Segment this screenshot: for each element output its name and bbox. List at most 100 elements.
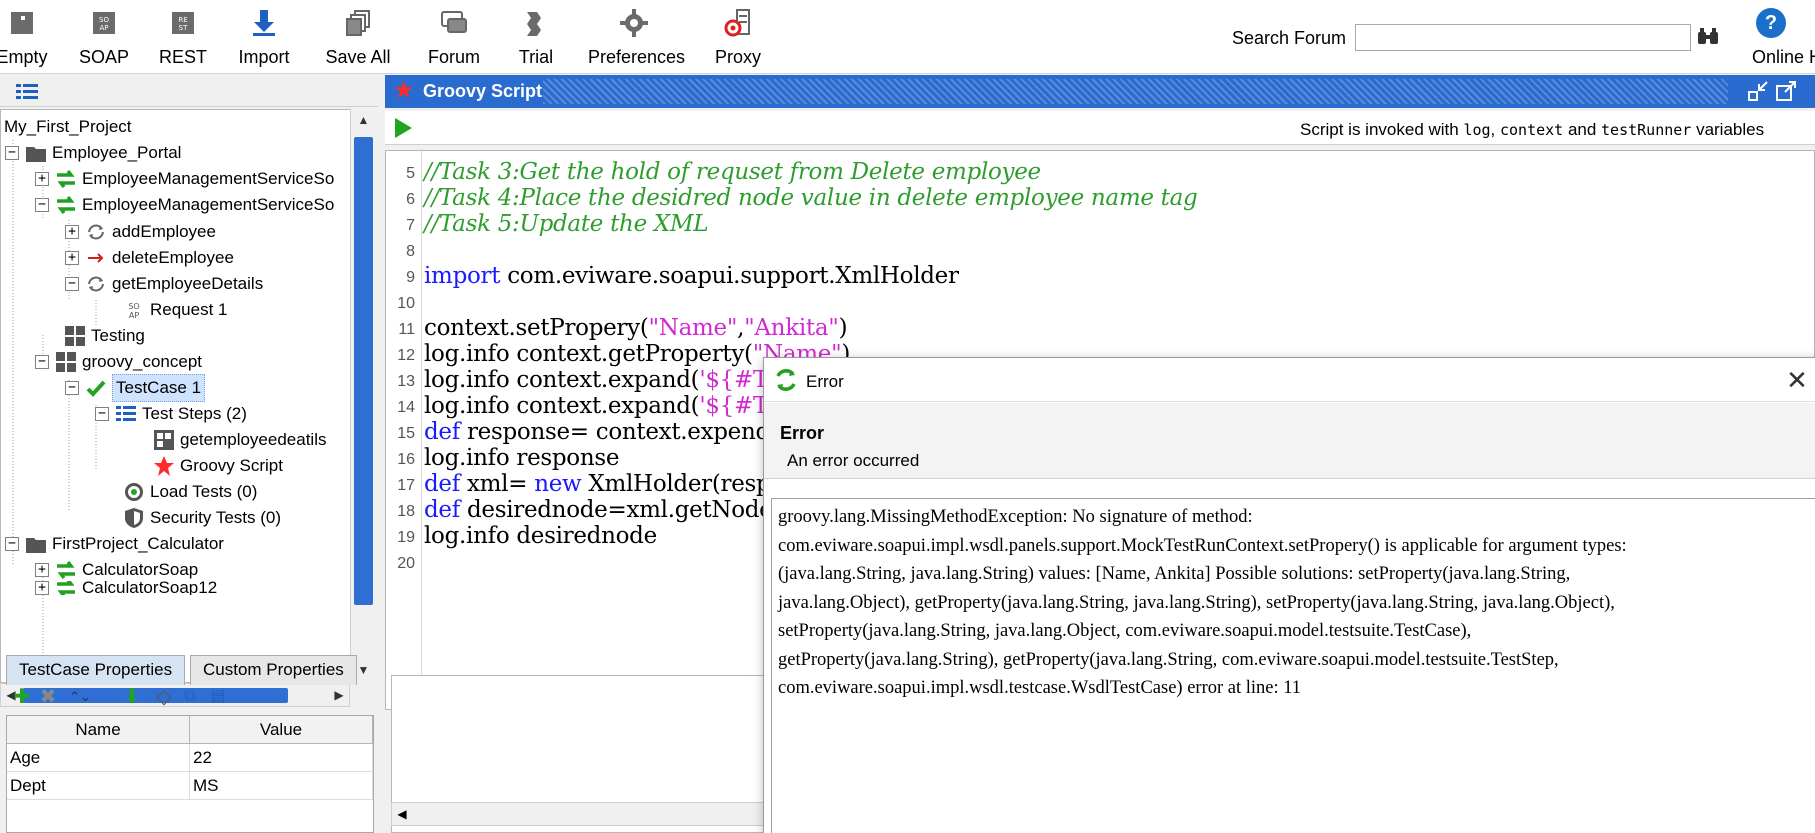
project-tree[interactable]: My_First_Project − Employee_Portal + Emp… — [0, 109, 360, 683]
tree-node-calculator-soap[interactable]: + CalculatorSoap — [35, 557, 198, 583]
line-number: 5 — [406, 165, 415, 182]
rest-project-button[interactable]: RE ST REST — [137, 6, 229, 70]
tree-vertical-scrollbar[interactable]: ▲ ▼ — [350, 109, 375, 683]
tree-node-load-tests[interactable]: Load Tests (0) — [123, 479, 257, 505]
save-all-button[interactable]: Save All — [312, 6, 404, 70]
soap-project-icon: SOAP — [93, 12, 115, 34]
forum-button[interactable]: Forum — [408, 6, 500, 70]
tree-node-project[interactable]: My_First_Project — [4, 114, 132, 140]
collapse-icon[interactable]: − — [95, 407, 109, 421]
collapse-icon[interactable]: − — [65, 277, 79, 291]
error-message-box[interactable]: groovy.lang.MissingMethodException: No s… — [771, 498, 1815, 833]
interface-icon — [57, 581, 75, 595]
svg-text:SO: SO — [128, 302, 139, 311]
line-number: 16 — [397, 451, 415, 468]
online-help-button[interactable]: ? Online H — [1752, 8, 1815, 70]
code-line[interactable]: //Task 4:Place the desidred node value i… — [424, 185, 1198, 211]
trial-icon — [527, 12, 541, 36]
property-value-cell[interactable]: MS — [190, 772, 373, 800]
tree-node-add-employee[interactable]: + addEmployee — [65, 219, 216, 245]
add-property-icon[interactable]: ✚ — [10, 685, 34, 709]
operation-icon — [88, 276, 104, 292]
line-number: 15 — [397, 425, 415, 442]
list-view-icon[interactable] — [16, 83, 38, 101]
code-keyword: import — [424, 263, 501, 289]
trial-button[interactable]: Trial — [490, 6, 582, 70]
tree-node-testcase-1[interactable]: − TestCase 1 — [65, 374, 206, 402]
tree-vscroll-thumb[interactable] — [354, 137, 373, 605]
property-name-cell[interactable]: Age — [7, 744, 190, 772]
minimize-panel-icon[interactable] — [1747, 80, 1769, 102]
expand-icon[interactable]: + — [35, 581, 49, 595]
proxy-icon — [724, 9, 750, 37]
tree-node-calculator-soap12[interactable]: + CalculatorSoap12 — [35, 581, 217, 595]
svg-text:AP: AP — [99, 24, 108, 32]
detach-panel-icon[interactable] — [1775, 80, 1797, 102]
code-line[interactable]: log.info response — [424, 445, 619, 471]
remove-property-icon[interactable]: ✖ — [36, 685, 60, 709]
tree-node-request-1[interactable]: SO AP Request 1 — [123, 297, 227, 323]
preferences-button[interactable]: Preferences — [588, 6, 685, 70]
move-down-icon[interactable]: ⬇ — [120, 685, 144, 709]
expand-icon[interactable]: + — [65, 251, 79, 265]
collapse-icon[interactable]: − — [5, 537, 19, 551]
rest-project-icon: REST — [172, 12, 194, 34]
error-heading: Error — [780, 423, 825, 443]
editor-title-bar: ★ Groovy Script — [385, 75, 1815, 108]
error-dialog: Error ✕ Error An error occurred groovy.l… — [763, 357, 1815, 833]
tree-node-test-steps[interactable]: − Test Steps (2) — [95, 401, 247, 427]
line-number: 11 — [398, 321, 415, 338]
code-line[interactable]: context.setPropery("Name","Ankita") — [424, 315, 848, 341]
property-value-cell[interactable]: 22 — [190, 744, 373, 772]
star-icon — [154, 456, 174, 476]
tree-node-getemployeedeatils[interactable]: getemployeedeatils — [153, 427, 326, 453]
tree-node-groovy-concept[interactable]: − groovy_concept — [35, 349, 202, 375]
tree-node-interface-1[interactable]: + EmployeeManagementServiceSo — [35, 166, 334, 192]
property-name-cell[interactable]: Dept — [7, 772, 190, 800]
proxy-button[interactable]: Proxy — [692, 6, 784, 70]
copy-properties-icon[interactable]: ⧉ — [178, 685, 202, 709]
folder-icon — [26, 538, 46, 553]
search-forum-input[interactable] — [1355, 24, 1691, 51]
expand-icon[interactable]: + — [35, 172, 49, 186]
error-message-line: java.lang.Object), getProperty(java.lang… — [778, 592, 1615, 613]
collapse-icon[interactable]: − — [5, 146, 19, 160]
tree-node-interface-2[interactable]: − EmployeeManagementServiceSo — [35, 192, 334, 218]
scroll-up-icon[interactable]: ▲ — [351, 109, 376, 131]
move-up-down-icon[interactable]: ⌃⌄ — [68, 685, 92, 709]
load-properties-icon[interactable]: ▤ — [206, 685, 230, 709]
tree-node-firstproject-calculator[interactable]: − FirstProject_Calculator — [5, 531, 224, 557]
error-message-line: com.eviware.soapui.impl.wsdl.testcase.Ws… — [778, 678, 1302, 698]
tree-node-groovy-script[interactable]: Groovy Script — [153, 453, 283, 479]
run-script-icon[interactable] — [393, 117, 413, 139]
column-header-value[interactable]: Value — [190, 716, 373, 744]
tree-node-security-tests[interactable]: Security Tests (0) — [123, 505, 281, 531]
expand-icon[interactable]: + — [35, 563, 49, 577]
svg-text:ST: ST — [179, 24, 188, 32]
import-button[interactable]: Import — [218, 6, 310, 70]
error-message-line: com.eviware.soapui.impl.wsdl.panels.supp… — [778, 535, 1627, 556]
code-line[interactable]: //Task 3:Get the hold of requset from De… — [424, 159, 1041, 185]
tree-node-get-employee-details[interactable]: − getEmployeeDetails — [65, 271, 263, 297]
tree-node-testing[interactable]: Testing — [64, 323, 145, 349]
star-icon: ★ — [393, 77, 415, 104]
collapse-icon[interactable]: − — [35, 355, 49, 369]
line-number: 8 — [406, 243, 415, 260]
close-icon[interactable]: ✕ — [1783, 366, 1811, 394]
code-line[interactable]: log.info desirednode — [424, 523, 657, 549]
code-line[interactable]: import com.eviware.soapui.support.XmlHol… — [424, 263, 959, 289]
search-forum-label: Search Forum — [1232, 28, 1347, 48]
collapse-icon[interactable]: − — [35, 198, 49, 212]
tree-node-employee-portal[interactable]: − Employee_Portal — [5, 140, 181, 166]
code-line[interactable]: //Task 5:Update the XML — [424, 211, 708, 237]
expand-icon[interactable]: + — [65, 225, 79, 239]
collapse-icon[interactable]: − — [65, 381, 79, 395]
scroll-left-icon[interactable]: ◀ — [392, 803, 412, 825]
testsuite-icon — [56, 352, 76, 372]
tree-node-delete-employee[interactable]: + deleteEmployee — [65, 245, 234, 271]
binoculars-icon[interactable] — [1696, 26, 1720, 48]
column-header-name[interactable]: Name — [7, 716, 190, 744]
clear-icon[interactable]: ◇ — [152, 685, 176, 709]
error-subheading: An error occurred — [787, 451, 920, 470]
line-number: 9 — [406, 269, 415, 286]
